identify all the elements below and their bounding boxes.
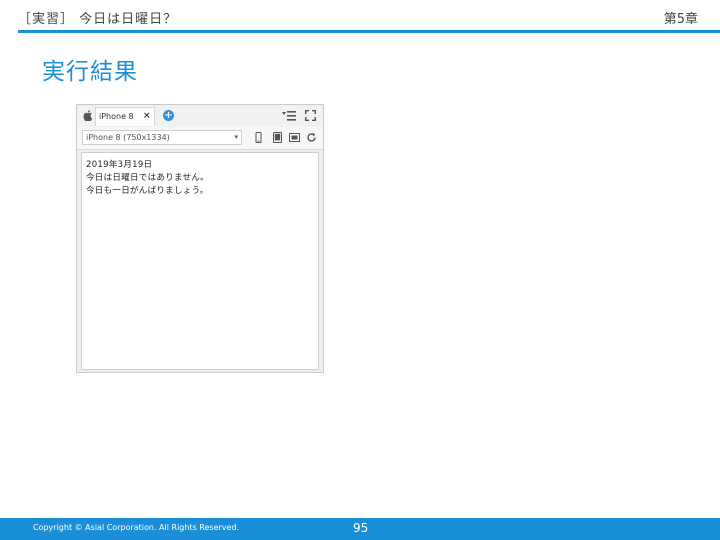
header-divider [18, 30, 720, 33]
simulator-toolbar: iPhone 8 (750x1334) ▾ [77, 127, 323, 150]
simulator-tab-bar: iPhone 8 × + [77, 105, 323, 128]
slide-heading: 実行結果 [42, 59, 138, 85]
close-icon[interactable]: × [143, 111, 151, 121]
tab-iphone-8[interactable]: iPhone 8 × [95, 107, 155, 126]
output-line-weekday: 今日は日曜日ではありません。 [86, 173, 209, 183]
device-select[interactable]: iPhone 8 (750x1334) ▾ [82, 130, 242, 145]
device-select-value: iPhone 8 (750x1334) [86, 133, 170, 142]
menu-icon[interactable] [282, 111, 296, 121]
slide-header-title: ［実習］ 今日は日曜日？ [18, 12, 178, 27]
simulator-window: iPhone 8 × + iPhone 8 (750x1334) ▾ 2019年… [76, 104, 324, 373]
page-number: 95 [353, 521, 369, 535]
footer-bar: Copyright © Asial Corporation. All Right… [0, 518, 720, 540]
tablet-icon[interactable] [272, 132, 283, 143]
screenshot-icon[interactable] [289, 132, 300, 143]
apple-icon [83, 110, 93, 121]
tab-label: iPhone 8 [99, 112, 134, 121]
output-line-date: 2019年3月19日 [86, 160, 153, 170]
chevron-down-icon: ▾ [234, 133, 238, 141]
output-line-message: 今日も一日がんばりましょう。 [86, 186, 209, 196]
chapter-label: 第5章 [663, 12, 698, 27]
simulator-screen: 2019年3月19日 今日は日曜日ではありません。 今日も一日がんばりましょう。 [81, 152, 319, 370]
add-device-button[interactable]: + [163, 110, 174, 121]
phone-icon[interactable] [253, 132, 264, 143]
expand-icon[interactable] [305, 110, 316, 121]
refresh-icon[interactable] [306, 132, 317, 143]
copyright-text: Copyright © Asial Corporation. All Right… [33, 523, 240, 532]
